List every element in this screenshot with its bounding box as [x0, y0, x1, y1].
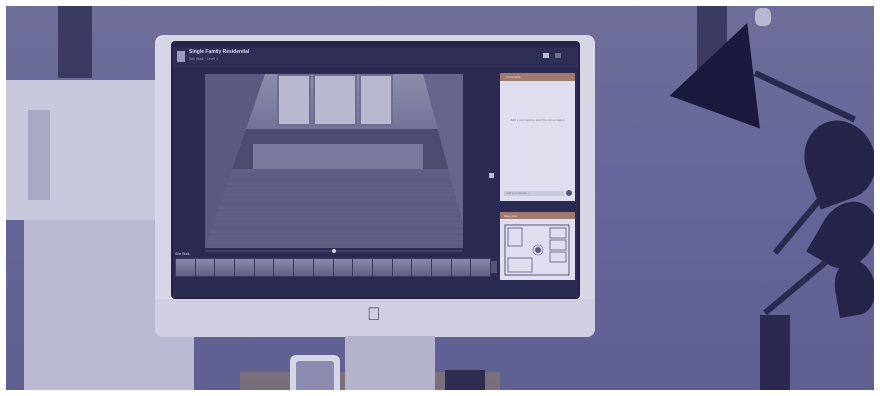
viewer-scrubber[interactable] — [205, 249, 463, 253]
filmstrip-thumbnail[interactable] — [294, 259, 313, 276]
filmstrip-thumbnail[interactable] — [333, 259, 353, 276]
comment-input-placeholder: Add a comment... — [506, 191, 530, 195]
floor-plan-drawing[interactable] — [504, 224, 570, 276]
viewer-window — [359, 74, 393, 126]
filmstrip-label: Site Walk — [175, 252, 190, 256]
desk-lamp-shade — [669, 6, 793, 129]
viewer-floor-back — [253, 144, 423, 170]
menu-icon[interactable] — [555, 53, 561, 58]
wall-bracket-left — [58, 6, 92, 78]
filmstrip-thumbnail[interactable] — [235, 259, 254, 276]
filmstrip-thumbnail[interactable] — [313, 259, 333, 276]
floor-plan-panel[interactable]: Floor plan — [500, 212, 575, 280]
comment-input[interactable]: Add a comment... — [504, 191, 564, 196]
photo-background: Single Family Residential Site Walk · Le… — [0, 0, 880, 396]
monitor-stand — [345, 336, 435, 396]
filmstrip-thumbnail[interactable] — [254, 259, 274, 276]
comments-tab[interactable]: Comments — [500, 73, 575, 81]
plant-leaf — [793, 110, 880, 210]
scrubber-knob[interactable] — [332, 249, 336, 253]
comments-panel: Comments Add a comment to start the conv… — [500, 73, 575, 201]
filmstrip-thumbnail[interactable] — [176, 259, 195, 276]
viewer-wall-left — [205, 74, 265, 248]
filmstrip-thumbnail[interactable] — [451, 259, 471, 276]
apple-logo-icon:  — [367, 305, 383, 323]
filmstrip-thumbnail[interactable] — [412, 259, 431, 276]
layout-toggle-icon[interactable] — [543, 53, 549, 58]
project-title: Single Family Residential — [189, 49, 250, 55]
filmstrip-thumbnail[interactable] — [372, 259, 392, 276]
comments-empty-message: Add a comment to start the conversation — [510, 118, 565, 122]
app-screen: Single Family Residential Site Walk · Le… — [173, 47, 578, 297]
filmstrip-thumbnail[interactable] — [431, 259, 451, 276]
filmstrip-thumbnail[interactable] — [215, 259, 235, 276]
viewer-window — [277, 74, 311, 126]
project-subtitle: Site Walk · Level 1 — [189, 57, 219, 61]
floor-plan-header-label: Floor plan — [504, 213, 518, 218]
viewer-window — [313, 74, 357, 126]
lamp-cap — [755, 8, 771, 26]
app-logo-icon[interactable] — [177, 51, 185, 62]
filmstrip-thumbnail[interactable] — [471, 259, 490, 276]
filmstrip-next-icon[interactable] — [491, 261, 497, 273]
phone-on-dock — [290, 355, 340, 396]
lamp-base — [760, 315, 790, 396]
filmstrip-thumbnail[interactable] — [353, 259, 372, 276]
filmstrip-thumbnail[interactable] — [274, 259, 294, 276]
filmstrip-thumbnail[interactable] — [392, 259, 412, 276]
floor-plan-header: Floor plan — [500, 212, 575, 219]
filmstrip-thumbnail[interactable] — [195, 259, 215, 276]
photo-viewer[interactable] — [205, 74, 463, 248]
filmstrip[interactable] — [175, 258, 491, 277]
viewer-wall-right — [423, 74, 463, 224]
comments-tab-label: Comments — [506, 75, 521, 79]
app-topbar: Single Family Residential Site Walk · Le… — [173, 47, 578, 67]
send-icon[interactable] — [566, 190, 572, 196]
next-arrow-icon[interactable] — [489, 173, 494, 178]
usb-dock — [445, 370, 485, 396]
monitor: Single Family Residential Site Walk · Le… — [155, 35, 595, 337]
